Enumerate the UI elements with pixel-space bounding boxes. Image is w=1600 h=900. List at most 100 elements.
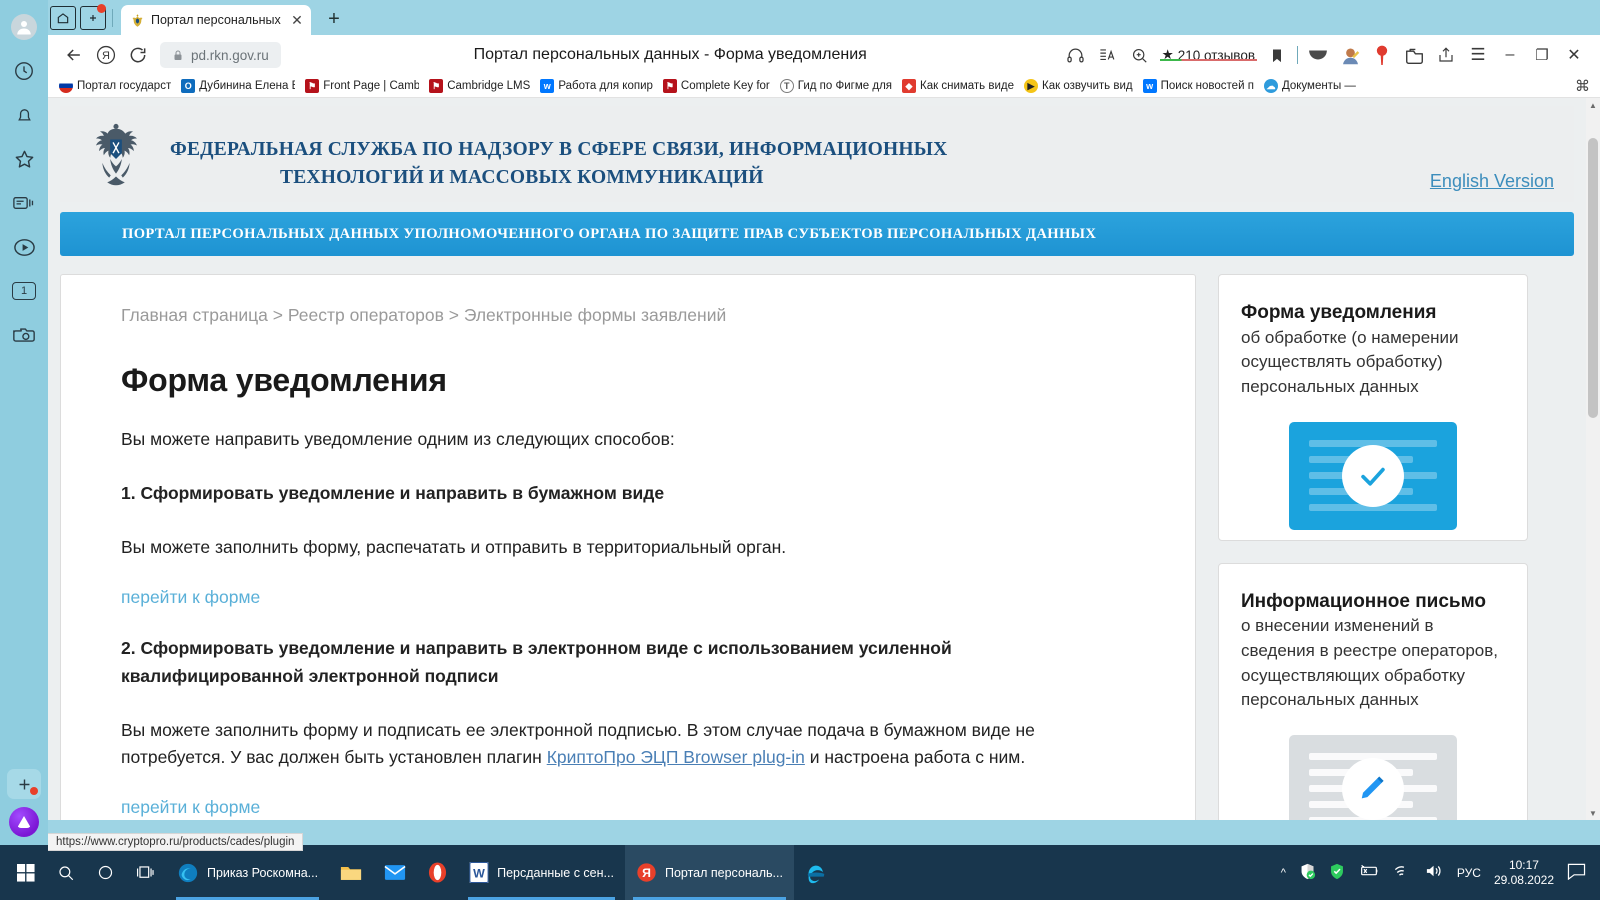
notification-icon[interactable]	[1567, 863, 1586, 883]
cambridge-icon: ⚑	[429, 79, 444, 93]
toolbar-divider	[1297, 46, 1298, 64]
maximize-button[interactable]: ❐	[1526, 40, 1558, 70]
search-icon[interactable]	[46, 845, 86, 900]
taskbar-item-opera[interactable]	[417, 845, 458, 900]
sidebar-card-title: Форма уведомления	[1241, 302, 1437, 323]
page-content: ФЕДЕРАЛЬНАЯ СЛУЖБА ПО НАДЗОРУ В СФЕРЕ СВ…	[48, 98, 1586, 820]
system-tray: ^ РУС 10:17 29.08.2022	[1281, 858, 1600, 888]
new-window-notification-dot	[97, 4, 106, 13]
browser-left-rail: 1	[0, 0, 48, 845]
close-icon[interactable]: ✕	[289, 13, 305, 27]
bookmark-label: Поиск новостей п	[1160, 80, 1254, 92]
cortana-circle-icon[interactable]	[86, 845, 125, 900]
cryptopro-plugin-link[interactable]: КриптоПро ЭЦП Browser plug-in	[547, 747, 805, 767]
reviews-badge[interactable]: ★ 210 отзывов	[1156, 47, 1261, 63]
bookmark-item[interactable]: ⚑ Cambridge LMS	[424, 79, 535, 93]
share-icon[interactable]	[1430, 40, 1462, 70]
reload-icon[interactable]	[122, 40, 154, 70]
bookmark-item[interactable]: w Поиск новостей п	[1138, 79, 1259, 93]
vertical-scrollbar[interactable]: ▲ ▼	[1586, 98, 1600, 820]
zoom-icon[interactable]	[1124, 40, 1156, 70]
bookmark-item[interactable]: ⚑ Complete Key for	[658, 79, 775, 93]
bookmark-item[interactable]: ☁ Документы —	[1259, 79, 1361, 93]
profile-avatar-icon[interactable]	[1334, 40, 1366, 70]
home-button[interactable]	[48, 4, 78, 32]
reader-mode-icon[interactable]	[1092, 40, 1124, 70]
bookmark-item[interactable]: ⚑ Front Page | Camb	[300, 79, 424, 93]
taskbar-item-yandex-label: Портал персональ...	[664, 865, 783, 880]
taskbar-item-word[interactable]: W Персданные с сен...	[458, 845, 625, 900]
battery-icon[interactable]	[1358, 864, 1380, 881]
taskbar-clock[interactable]: 10:17 29.08.2022	[1494, 858, 1554, 888]
address-bar[interactable]: pd.rkn.gov.ru	[160, 42, 281, 68]
bookmark-item[interactable]: O Дубинина Елена Е	[176, 79, 300, 93]
taskbar-item-edge[interactable]: Приказ Роскомна...	[166, 845, 329, 900]
bookmark-item[interactable]: Портал государст	[54, 79, 176, 93]
status-bar-url: https://www.cryptopro.ru/products/cades/…	[48, 833, 304, 851]
sidebar-card-subtitle: о внесении изменений в сведения в реестр…	[1241, 616, 1499, 710]
defender-shield-icon[interactable]	[1299, 863, 1316, 883]
tray-expand-icon[interactable]: ^	[1281, 867, 1286, 879]
yandex-home-icon[interactable]: Я	[90, 40, 122, 70]
browser-menu-icon[interactable]: ☰	[1462, 40, 1494, 70]
taskbar-item-yandex[interactable]: Я Портал персональ...	[624, 845, 794, 900]
notifications-bell-icon[interactable]	[7, 98, 41, 132]
intro-text: Вы можете направить уведомление одним из…	[121, 429, 675, 449]
bookmark-item[interactable]: w Работа для копир	[535, 79, 658, 93]
bookmark-item[interactable]: ◆ Как снимать виде	[897, 79, 1019, 93]
security-check-icon[interactable]	[1329, 863, 1345, 883]
breadcrumb[interactable]: Главная страница > Реестр операторов > Э…	[61, 305, 1195, 326]
taskbar-item-ie[interactable]	[794, 845, 838, 900]
sidebar-card-subtitle: об обработке (о намерении осуществлять о…	[1241, 327, 1459, 396]
downloads-arc-icon[interactable]	[1302, 40, 1334, 70]
url-text: pd.rkn.gov.ru	[191, 47, 269, 63]
bookmark-item[interactable]: ▶ Как озвучить вид	[1019, 79, 1138, 93]
language-indicator[interactable]: РУС	[1457, 866, 1481, 880]
taskbar-item-mail[interactable]	[373, 845, 417, 900]
task-view-icon[interactable]	[125, 845, 166, 900]
cards-icon[interactable]	[7, 186, 41, 220]
sidebar-card[interactable]: Информационное письмо о внесении изменени…	[1218, 562, 1528, 820]
password-key-icon[interactable]	[1366, 40, 1398, 70]
telegram-t-icon: T	[779, 79, 794, 93]
user-avatar-icon[interactable]	[7, 10, 41, 44]
close-window-button[interactable]: ✕	[1558, 40, 1590, 70]
windows-start-icon[interactable]	[6, 845, 46, 900]
vertical-scroll-thumb[interactable]	[1588, 138, 1598, 418]
new-tab-button[interactable]: +	[317, 5, 351, 33]
browser-tab-active[interactable]: Портал персональных ✕	[121, 5, 311, 35]
file-explorer-icon	[341, 867, 362, 880]
minimize-button[interactable]: ‒	[1494, 40, 1526, 70]
rkn-emblem-icon	[132, 13, 143, 27]
english-version-link[interactable]: English Version	[1430, 171, 1554, 196]
add-tab-button[interactable]	[7, 769, 41, 799]
headphones-icon[interactable]	[1060, 40, 1092, 70]
taskbar-item-explorer[interactable]	[329, 845, 373, 900]
video-play-icon[interactable]	[7, 230, 41, 264]
history-clock-icon[interactable]	[7, 54, 41, 88]
go-to-form-link-2[interactable]: перейти к форме	[61, 771, 1195, 818]
wifi-icon[interactable]	[1393, 864, 1412, 882]
scroll-up-arrow[interactable]: ▲	[1586, 98, 1600, 112]
back-arrow-icon[interactable]	[58, 40, 90, 70]
bookmark-icon[interactable]	[1261, 40, 1293, 70]
bookmark-label: Cambridge LMS	[447, 80, 531, 92]
bookmarks-overflow-icon[interactable]: ⌘	[1575, 77, 1594, 95]
bookmark-label: Как снимать виде	[920, 80, 1015, 92]
screenshot-camera-icon[interactable]	[7, 318, 41, 352]
collections-icon[interactable]	[1398, 40, 1430, 70]
new-window-button[interactable]	[78, 4, 108, 32]
document-pencil-icon	[1289, 734, 1457, 820]
scroll-down-arrow[interactable]: ▼	[1586, 806, 1600, 820]
yandex-browser-icon: Я	[637, 863, 656, 882]
cloud-icon: ☁	[1263, 79, 1278, 93]
bookmark-label: Дубинина Елена Е	[199, 80, 296, 92]
sidebar-card[interactable]: Форма уведомления об обработке (о намерен…	[1218, 274, 1528, 541]
method-2-text-after: и настроена работа с ним.	[804, 746, 1026, 767]
volume-icon[interactable]	[1425, 863, 1444, 882]
go-to-form-link-1[interactable]: перейти к форме	[61, 561, 1195, 608]
alice-assistant-icon[interactable]	[9, 807, 39, 837]
favorites-star-icon[interactable]	[7, 142, 41, 176]
bookmark-item[interactable]: T Гид по Фигме для	[775, 79, 897, 93]
counter-badge-icon[interactable]: 1	[7, 274, 41, 308]
